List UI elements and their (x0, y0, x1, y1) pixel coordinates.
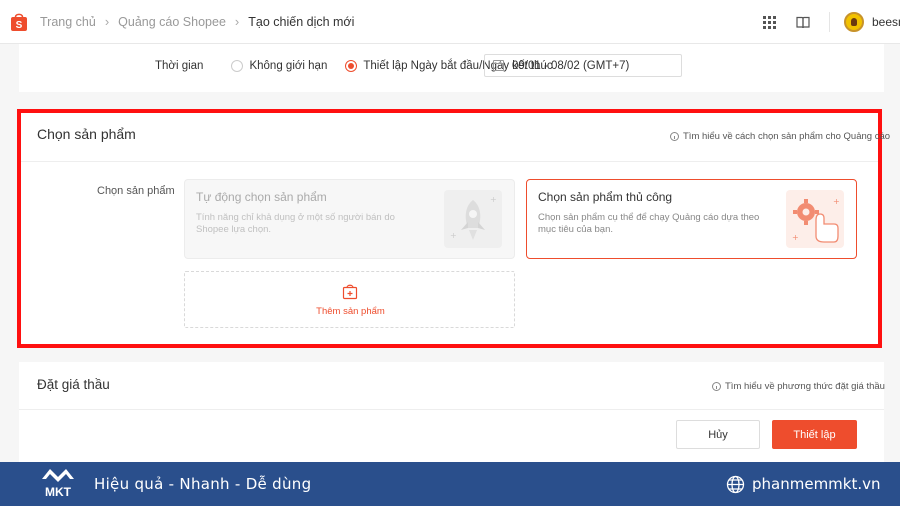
product-help-link[interactable]: Tìm hiểu về cách chọn sản phẩm cho Quảng… (670, 131, 890, 142)
breadcrumb-home[interactable]: Trang chủ (40, 15, 96, 29)
chevron-right-icon: › (104, 14, 110, 29)
cancel-button[interactable]: Hủy (676, 420, 760, 449)
username[interactable]: beesn (872, 15, 900, 29)
manual-option-title: Chọn sản phẩm thủ công (538, 190, 673, 204)
mkt-logo: MKT (38, 465, 78, 503)
product-help-text[interactable]: Tìm hiểu về cách chọn sản phẩm cho Quảng… (683, 131, 890, 142)
time-card: Thời gian Không giới hạn Thiết lập Ngày … (19, 44, 884, 92)
breadcrumb-current: Tạo chiến dịch mới (248, 14, 355, 29)
radio-unlimited-label: Không giới hạn (249, 60, 328, 72)
bid-help-text[interactable]: Tìm hiểu về phương thức đặt giá thầu (725, 381, 885, 392)
auto-option-title: Tự động chọn sản phẩm (196, 190, 327, 204)
date-range-picker[interactable]: 09/01 - 08/02 (GMT+7) (484, 54, 682, 77)
product-field-label: Chọn sản phẩm (97, 185, 175, 197)
submit-button[interactable]: Thiết lập (772, 420, 857, 449)
book-icon[interactable] (795, 14, 811, 30)
manual-select-option[interactable]: Chọn sản phẩm thủ công Chọn sản phẩm cụ … (526, 179, 857, 259)
svg-text:+: + (490, 195, 497, 204)
svg-text:+: + (450, 231, 457, 240)
info-icon (712, 382, 721, 391)
banner-website[interactable]: phanmemmkt.vn (752, 475, 881, 493)
add-product-label[interactable]: Thêm sản phẩm (185, 306, 516, 317)
radio-unlimited[interactable]: Không giới hạn (231, 60, 327, 72)
banner-slogan: Hiệu quả - Nhanh - Dễ dùng (94, 475, 312, 493)
breadcrumb-shopee-ads[interactable]: Quảng cáo Shopee (118, 15, 226, 29)
svg-text:+: + (792, 233, 799, 242)
top-navbar: S Trang chủ › Quảng cáo Shopee › Tạo chi… (0, 0, 900, 44)
radio-unchecked-icon[interactable] (231, 60, 244, 72)
svg-text:S: S (16, 20, 23, 31)
bid-help-link[interactable]: Tìm hiểu về phương thức đặt giá thầu (712, 381, 885, 392)
manual-option-description: Chọn sản phẩm cụ thể để chạy Quảng cáo d… (538, 212, 760, 235)
time-label: Thời gian (155, 60, 204, 72)
header-divider (829, 12, 830, 32)
auto-select-option: Tự động chọn sản phẩm Tính năng chỉ khả … (184, 179, 515, 259)
globe-icon (726, 475, 745, 494)
mkt-logo-text: MKT (45, 485, 72, 499)
divider (21, 161, 878, 162)
chevron-right-icon: › (234, 14, 240, 29)
shopee-logo-icon[interactable]: S (10, 12, 28, 32)
divider (19, 409, 884, 410)
apps-grid-icon[interactable] (761, 14, 777, 30)
calendar-icon (493, 60, 504, 71)
radio-checked-icon[interactable] (345, 60, 358, 72)
bid-section-title: Đặt giá thầu (37, 377, 110, 392)
rocket-icon: + + (444, 190, 502, 248)
info-icon (670, 132, 679, 141)
avatar[interactable] (844, 12, 864, 32)
bag-plus-icon (342, 283, 358, 300)
gear-hand-icon: + + (786, 190, 844, 248)
auto-option-description: Tính năng chỉ khả dụng ở một số người bá… (196, 212, 395, 235)
add-product-button[interactable]: Thêm sản phẩm (184, 271, 515, 328)
date-range-value: 09/01 - 08/02 (GMT+7) (512, 59, 630, 72)
product-section-title: Chọn sản phẩm (37, 126, 136, 142)
breadcrumb: Trang chủ › Quảng cáo Shopee › Tạo chiến… (40, 14, 354, 29)
svg-text:+: + (833, 197, 840, 206)
